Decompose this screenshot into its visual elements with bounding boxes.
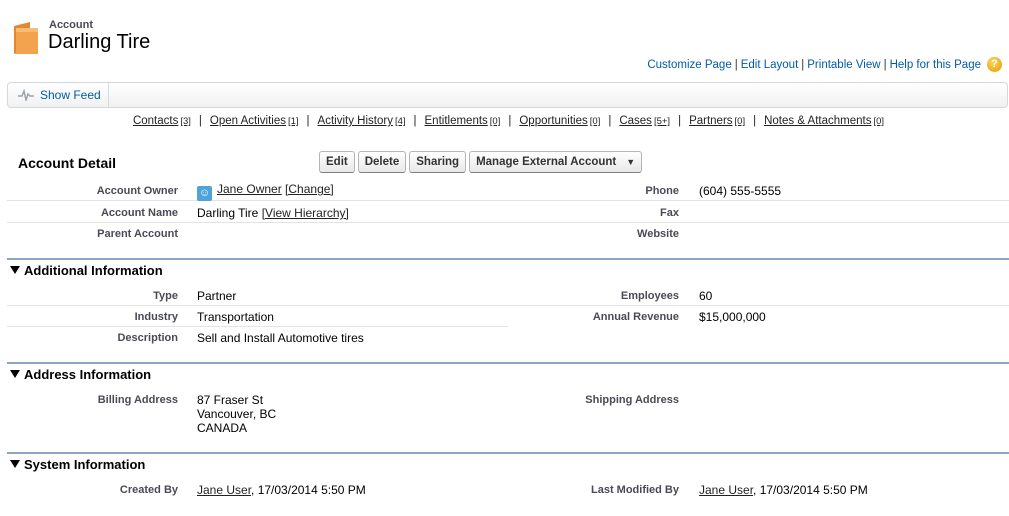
related-link-open-activities[interactable]: Open Activities [1]	[210, 115, 299, 127]
annual-revenue-value: $15,000,000	[699, 310, 766, 324]
account-owner-value: ☺ Jane Owner [Change]	[197, 182, 334, 201]
separator: |	[734, 59, 738, 71]
user-avatar-icon: ☺	[197, 186, 212, 201]
account-detail-title: Account Detail	[18, 155, 117, 171]
fax-label: Fax	[660, 207, 679, 219]
billing-address-label: Billing Address	[97, 394, 178, 406]
phone-value: (604) 555-5555	[699, 184, 782, 198]
customize-page-link[interactable]: Customize Page	[647, 59, 731, 71]
created-date: , 17/03/2014 5:50 PM	[251, 483, 366, 497]
last-modified-by-value: Jane User, 17/03/2014 5:50 PM	[699, 483, 868, 497]
description-value: Sell and Install Automotive tires	[197, 331, 364, 345]
billing-address-value: 87 Fraser St Vancouver, BC CANADA	[197, 393, 276, 435]
billing-country: CANADA	[197, 421, 248, 435]
section-additional-information: Additional Information	[7, 258, 1009, 280]
related-link-partners[interactable]: Partners [0]	[689, 115, 745, 127]
description-label: Description	[117, 332, 178, 344]
type-label: Type	[153, 290, 178, 302]
field-row: Account Name Darling Tire [View Hierarch…	[7, 202, 1009, 223]
related-link-cases[interactable]: Cases [5+]	[619, 115, 670, 127]
field-row: Parent Account Website	[7, 223, 1009, 244]
field-row: Billing Address 87 Fraser St Vancouver, …	[7, 389, 1009, 439]
shipping-address-label: Shipping Address	[585, 394, 679, 406]
pulse-icon	[18, 89, 34, 101]
view-hierarchy-link[interactable]: [View Hierarchy]	[262, 206, 349, 220]
created-by-user-link[interactable]: Jane User	[197, 483, 251, 497]
account-owner-link[interactable]: Jane Owner	[217, 182, 282, 196]
help-icon[interactable]: ?	[987, 57, 1002, 72]
triangle-down-icon[interactable]	[10, 266, 20, 274]
account-owner-label: Account Owner	[96, 185, 178, 197]
related-link-activity-history[interactable]: Activity History [4]	[318, 115, 406, 127]
related-list-links: Contacts [3] | Open Activities [1] | Activity …	[132, 115, 885, 127]
change-owner-link[interactable]: [Change]	[285, 182, 334, 196]
show-feed-button[interactable]: Show Feed	[8, 83, 109, 107]
related-link-opportunities[interactable]: Opportunities [0]	[519, 115, 600, 127]
created-by-value: Jane User, 17/03/2014 5:50 PM	[197, 483, 366, 497]
annual-revenue-label: Annual Revenue	[592, 311, 679, 323]
triangle-down-icon[interactable]	[10, 460, 20, 468]
phone-label: Phone	[645, 185, 679, 197]
industry-value: Transportation	[197, 310, 274, 324]
modified-by-user-link[interactable]: Jane User	[699, 483, 753, 497]
parent-account-label: Parent Account	[97, 228, 178, 240]
edit-button[interactable]: Edit	[319, 151, 355, 173]
section-system-information: System Information	[7, 452, 1009, 474]
detail-buttons: Edit Delete Sharing Manage External Acco…	[319, 151, 643, 173]
created-by-label: Created By	[119, 484, 178, 496]
printable-view-link[interactable]: Printable View	[807, 59, 880, 71]
account-name-text: Darling Tire	[197, 206, 259, 220]
manage-external-account-button[interactable]: Manage External Account ▼	[469, 151, 643, 173]
page-title: Darling Tire	[48, 31, 151, 53]
account-name-label: Account Name	[100, 207, 178, 219]
account-name-value: Darling Tire [View Hierarchy]	[197, 206, 349, 220]
help-link[interactable]: Help for this Page	[890, 59, 981, 71]
related-link-entitlements[interactable]: Entitlements [0]	[425, 115, 501, 127]
field-row: Type Partner Employees 60	[7, 285, 1009, 306]
employees-value: 60	[699, 289, 713, 303]
delete-button[interactable]: Delete	[357, 151, 407, 173]
type-value: Partner	[197, 289, 237, 303]
section-title: System Information	[24, 457, 146, 472]
section-title: Address Information	[24, 367, 152, 382]
field-row: Description Sell and Install Automotive …	[7, 327, 1009, 348]
edit-layout-link[interactable]: Edit Layout	[741, 59, 799, 71]
modified-date: , 17/03/2014 5:50 PM	[753, 483, 868, 497]
object-type-label: Account	[49, 19, 93, 31]
page-links: Customize Page | Edit Layout | Printable Vie…	[647, 59, 981, 71]
feed-bar: Show Feed	[7, 82, 1008, 108]
billing-street: 87 Fraser St	[197, 393, 264, 407]
field-row: Created By Jane User, 17/03/2014 5:50 PM…	[7, 479, 1009, 500]
triangle-down-icon[interactable]	[10, 370, 20, 378]
sharing-button[interactable]: Sharing	[409, 151, 467, 173]
folder-icon	[14, 22, 38, 54]
field-row: Industry Transportation Annual Revenue $…	[7, 306, 1009, 327]
separator: |	[801, 59, 805, 71]
field-row: Account Owner ☺ Jane Owner [Change] Phone…	[7, 180, 1009, 201]
show-feed-label: Show Feed	[40, 88, 101, 102]
employees-label: Employees	[620, 290, 679, 302]
section-title: Additional Information	[24, 263, 163, 278]
last-modified-by-label: Last Modified By	[590, 484, 679, 496]
manage-external-account-label: Manage External Account	[476, 156, 617, 168]
related-link-contacts[interactable]: Contacts [3]	[133, 115, 191, 127]
industry-label: Industry	[134, 311, 178, 323]
chevron-down-icon: ▼	[626, 157, 636, 167]
billing-city: Vancouver, BC	[197, 407, 277, 421]
separator: |	[883, 59, 887, 71]
section-address-information: Address Information	[7, 362, 1009, 384]
related-link-notes-attachments[interactable]: Notes & Attachments [0]	[764, 115, 884, 127]
website-label: Website	[637, 228, 679, 240]
